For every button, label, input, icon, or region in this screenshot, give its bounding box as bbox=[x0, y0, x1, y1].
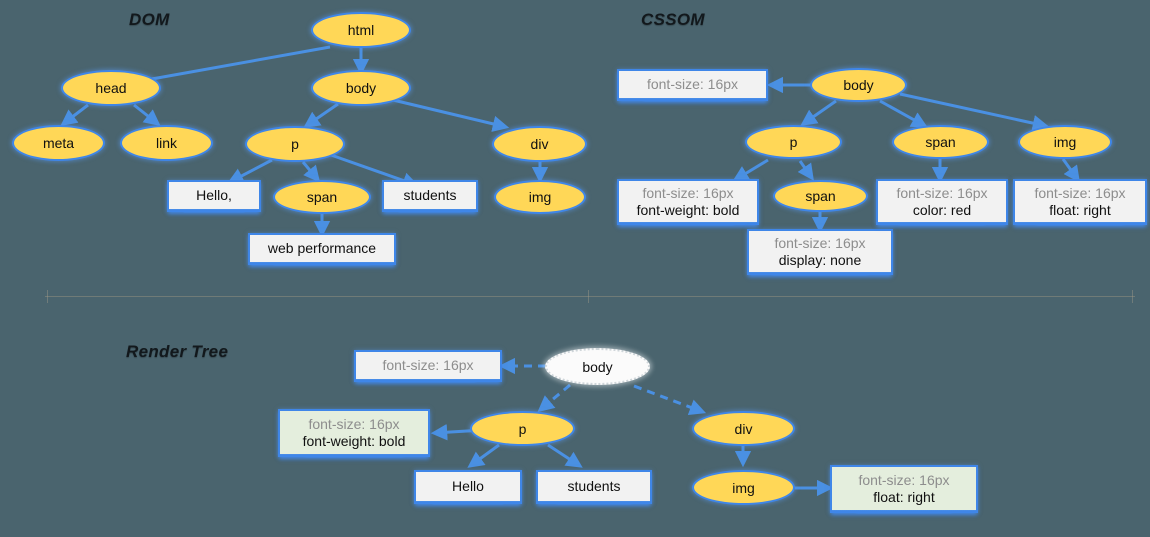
cssom-node-span-child-label: span bbox=[805, 188, 836, 204]
dom-node-body[interactable]: body bbox=[311, 70, 411, 106]
cssom-style-box-span-child: font-size: 16px display: none bbox=[747, 229, 893, 278]
cssom-style-p-own: font-weight: bold bbox=[636, 202, 740, 218]
render-node-div[interactable]: div bbox=[692, 411, 795, 446]
dom-node-span[interactable]: span bbox=[273, 180, 371, 214]
cssom-style-body-inherited: font-size: 16px bbox=[646, 76, 739, 93]
dom-text-hello: Hello, bbox=[196, 187, 232, 204]
dom-node-html-label: html bbox=[347, 22, 375, 38]
section-divider bbox=[45, 296, 1135, 297]
dom-section-title: DOM bbox=[129, 10, 170, 29]
cssom-node-p-label: p bbox=[789, 134, 798, 150]
cssom-style-box-p: font-size: 16px font-weight: bold bbox=[617, 179, 759, 228]
dom-node-meta-label: meta bbox=[42, 135, 75, 151]
dom-node-p[interactable]: p bbox=[245, 126, 345, 162]
render-style-box-p: font-size: 16px font-weight: bold bbox=[278, 409, 430, 460]
dom-node-head-label: head bbox=[95, 80, 127, 96]
divider-tick-right bbox=[1132, 290, 1133, 303]
dom-text-box-web-performance: web performance bbox=[248, 233, 396, 268]
cssom-style-span-child-inherited: font-size: 16px bbox=[774, 234, 866, 251]
cssom-node-span[interactable]: span bbox=[892, 125, 989, 159]
edge-layer bbox=[60, 45, 1080, 497]
dom-node-img-label: img bbox=[528, 189, 552, 205]
render-style-box-img: font-size: 16px float: right bbox=[830, 465, 978, 516]
render-style-body-inherited: font-size: 16px bbox=[382, 357, 474, 374]
render-node-p-label: p bbox=[518, 420, 527, 437]
render-node-img[interactable]: img bbox=[692, 470, 795, 505]
divider-tick-center bbox=[588, 290, 589, 303]
render-text-box-students: students bbox=[536, 470, 652, 507]
render-node-body-label: body bbox=[582, 358, 613, 375]
cssom-style-box-span: font-size: 16px color: red bbox=[876, 179, 1008, 228]
dom-node-img[interactable]: img bbox=[494, 180, 586, 214]
render-style-p-inherited: font-size: 16px bbox=[308, 415, 400, 432]
dom-text-box-hello: Hello, bbox=[167, 180, 261, 215]
cssom-node-p[interactable]: p bbox=[745, 125, 842, 159]
render-node-img-label: img bbox=[732, 479, 755, 496]
render-style-img-inherited: font-size: 16px bbox=[858, 471, 950, 488]
render-node-p[interactable]: p bbox=[470, 411, 575, 446]
render-text-students: students bbox=[567, 478, 621, 495]
cssom-node-img[interactable]: img bbox=[1018, 125, 1112, 159]
render-node-div-label: div bbox=[734, 420, 753, 437]
dom-node-html[interactable]: html bbox=[311, 12, 411, 48]
dom-node-body-label: body bbox=[345, 80, 377, 96]
cssom-node-span-label: span bbox=[925, 134, 956, 150]
dom-node-div[interactable]: div bbox=[492, 126, 587, 162]
dom-node-meta[interactable]: meta bbox=[12, 125, 105, 161]
render-text-box-hello: Hello bbox=[414, 470, 522, 507]
cssom-node-span-child[interactable]: span bbox=[773, 180, 868, 212]
diagram-canvas: DOM html head body meta link p div span … bbox=[0, 0, 1150, 537]
cssom-section-title: CSSOM bbox=[641, 10, 705, 29]
render-style-box-body: font-size: 16px bbox=[354, 350, 502, 385]
cssom-style-span-child-own: display: none bbox=[778, 252, 862, 268]
render-style-img-own: float: right bbox=[873, 489, 935, 505]
render-node-body[interactable]: body bbox=[545, 348, 650, 385]
dom-node-link[interactable]: link bbox=[120, 125, 213, 161]
dom-node-link-label: link bbox=[155, 135, 177, 151]
cssom-style-img-own: float: right bbox=[1049, 202, 1111, 218]
render-text-hello: Hello bbox=[452, 478, 484, 495]
cssom-style-span-inherited: font-size: 16px bbox=[896, 184, 988, 201]
dom-text-web-performance: web performance bbox=[267, 240, 377, 257]
cssom-node-body-label: body bbox=[843, 77, 874, 93]
cssom-style-box-img: font-size: 16px float: right bbox=[1013, 179, 1147, 228]
dom-node-span-label: span bbox=[306, 189, 338, 205]
cssom-node-body[interactable]: body bbox=[810, 68, 907, 102]
cssom-style-img-inherited: font-size: 16px bbox=[1034, 184, 1126, 201]
cssom-node-img-label: img bbox=[1053, 134, 1077, 150]
render-tree-section-title: Render Tree bbox=[126, 342, 229, 361]
render-style-p-own: font-weight: bold bbox=[302, 433, 406, 449]
dom-node-head[interactable]: head bbox=[61, 70, 161, 106]
cssom-style-span-own: color: red bbox=[912, 202, 972, 218]
cssom-style-box-body: font-size: 16px bbox=[617, 69, 768, 104]
cssom-style-p-inherited: font-size: 16px bbox=[642, 184, 734, 201]
divider-tick-left bbox=[47, 290, 48, 303]
dom-text-box-students: students bbox=[382, 180, 478, 215]
dom-text-students: students bbox=[403, 187, 457, 204]
dom-node-div-label: div bbox=[530, 136, 549, 152]
dom-node-p-label: p bbox=[291, 136, 299, 152]
